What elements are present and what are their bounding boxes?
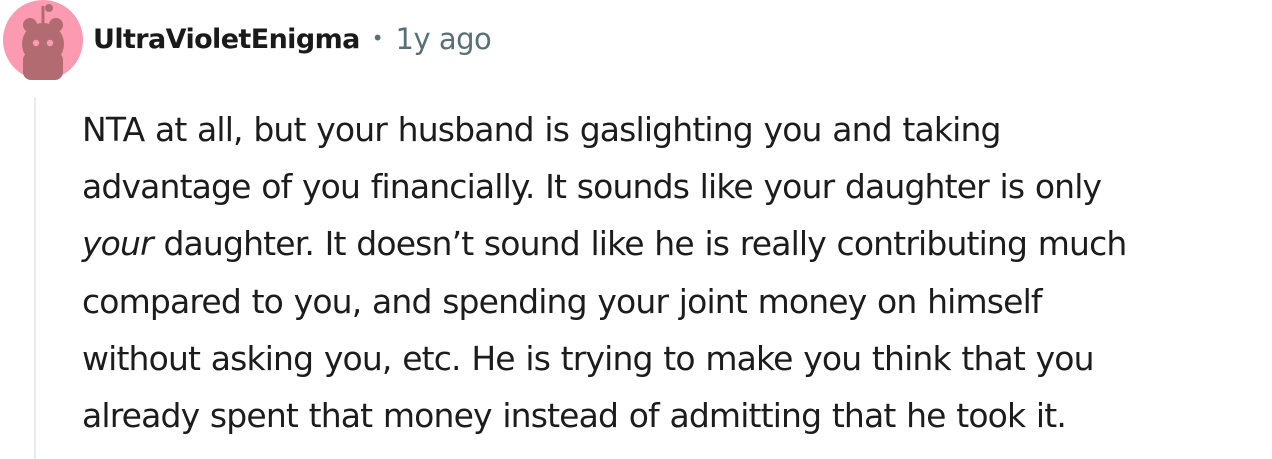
comment-body-text: daughter. It doesn’t sound like he is re… bbox=[152, 224, 1127, 264]
username-link[interactable]: UltraVioletEnigma bbox=[93, 24, 360, 55]
comment-body-line: your daughter. It doesn’t sound like he … bbox=[82, 215, 1262, 272]
emphasis-text: your bbox=[82, 224, 154, 264]
comment: UltraVioletEnigma • 1y ago NTA at all, b… bbox=[0, 0, 1272, 459]
comment-header: UltraVioletEnigma • 1y ago bbox=[93, 16, 492, 62]
comment-body: NTA at all, but your husband is gaslight… bbox=[82, 101, 1262, 444]
meta-separator: • bbox=[371, 26, 384, 50]
comment-timestamp[interactable]: 1y ago bbox=[396, 22, 492, 56]
avatar-graphic bbox=[3, 0, 83, 80]
snoo-avatar-icon[interactable] bbox=[3, 0, 83, 80]
comment-body-line: compared to you, and spending your joint… bbox=[82, 281, 1043, 321]
comment-body-line: NTA at all, but your husband is gaslight… bbox=[82, 110, 1001, 149]
comment-body-line: already spent that money instead of admi… bbox=[82, 396, 1067, 436]
comment-body-line: without asking you, etc. He is trying to… bbox=[82, 338, 1095, 378]
thread-collapse-line[interactable] bbox=[34, 98, 36, 459]
comment-body-line: advantage of you financially. It sounds … bbox=[82, 167, 1102, 207]
